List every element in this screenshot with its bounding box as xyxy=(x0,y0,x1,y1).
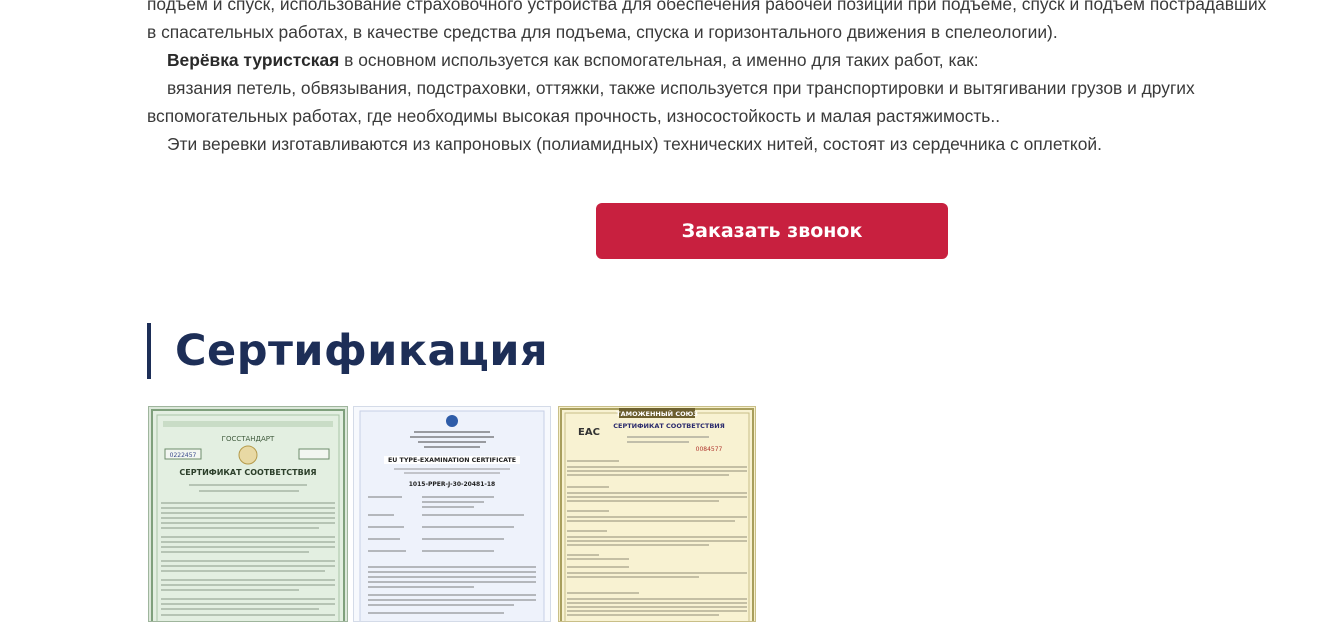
article-line-text: Эти веревки изготавливаются из капроновы… xyxy=(167,134,1102,154)
certificate-1-heading: СЕРТИФИКАТ СООТВЕТСТВИЯ xyxy=(179,468,316,477)
certificate-2-image: EU TYPE-EXAMINATION CERTIFICATE 1015-PPE… xyxy=(359,410,545,621)
section-title: Сертификация xyxy=(175,326,549,376)
certificate-thumbnail-eu[interactable]: EU TYPE-EXAMINATION CERTIFICATE 1015-PPE… xyxy=(353,406,551,622)
certificate-thumbnail-gosstandart[interactable]: ГОССТАНДАРТ 0222457 СЕРТИФИКАТ СООТВЕТСТ… xyxy=(148,406,348,622)
article-line: в спасательных работах, в качестве средс… xyxy=(147,22,1058,42)
certificate-3-banner: ТАМОЖЕННЫЙ СОЮЗ xyxy=(616,409,698,418)
article-line: Эти веревки изготавливаются из капроновы… xyxy=(147,130,1332,158)
certificate-2-number: 1015-PPER-J-30-20481-18 xyxy=(409,481,495,488)
article-line: вспомогательных работах, где необходимы … xyxy=(147,106,1001,126)
article-line: подъем и спуск, использование страховочн… xyxy=(147,0,1267,14)
certificate-1-org: ГОССТАНДАРТ xyxy=(222,435,275,443)
certificate-1-image: ГОССТАНДАРТ 0222457 СЕРТИФИКАТ СООТВЕТСТ… xyxy=(151,409,345,621)
certificate-1-number: 0222457 xyxy=(170,452,197,459)
certificate-3-number: 0084577 xyxy=(696,446,723,453)
certificate-3-image: ТАМОЖЕННЫЙ СОЮЗ EAC СЕРТИФИКАТ СООТВЕТСТ… xyxy=(560,408,754,621)
article-line-rest: в основном используется как вспомогатель… xyxy=(339,50,979,70)
certificate-thumbnail-customs-union[interactable]: ТАМОЖЕННЫЙ СОЮЗ EAC СЕРТИФИКАТ СООТВЕТСТ… xyxy=(558,406,756,622)
article-line-text: вязания петель, обвязывания, подстраховк… xyxy=(167,78,1195,98)
section-heading: Сертификация xyxy=(147,323,548,379)
article-text: подъем и спуск, использование страховочн… xyxy=(147,0,1332,158)
request-call-button[interactable]: Заказать звонок xyxy=(596,203,948,259)
article-bold-term: Верёвка туристская xyxy=(167,50,340,70)
certificate-2-heading: EU TYPE-EXAMINATION CERTIFICATE xyxy=(388,457,516,464)
article-line: Верёвка туристская в основном использует… xyxy=(147,46,1332,74)
eac-mark-icon: EAC xyxy=(578,427,600,438)
article-line: вязания петель, обвязывания, подстраховк… xyxy=(147,74,1332,102)
certificate-3-heading: СЕРТИФИКАТ СООТВЕТСТВИЯ xyxy=(613,422,724,430)
